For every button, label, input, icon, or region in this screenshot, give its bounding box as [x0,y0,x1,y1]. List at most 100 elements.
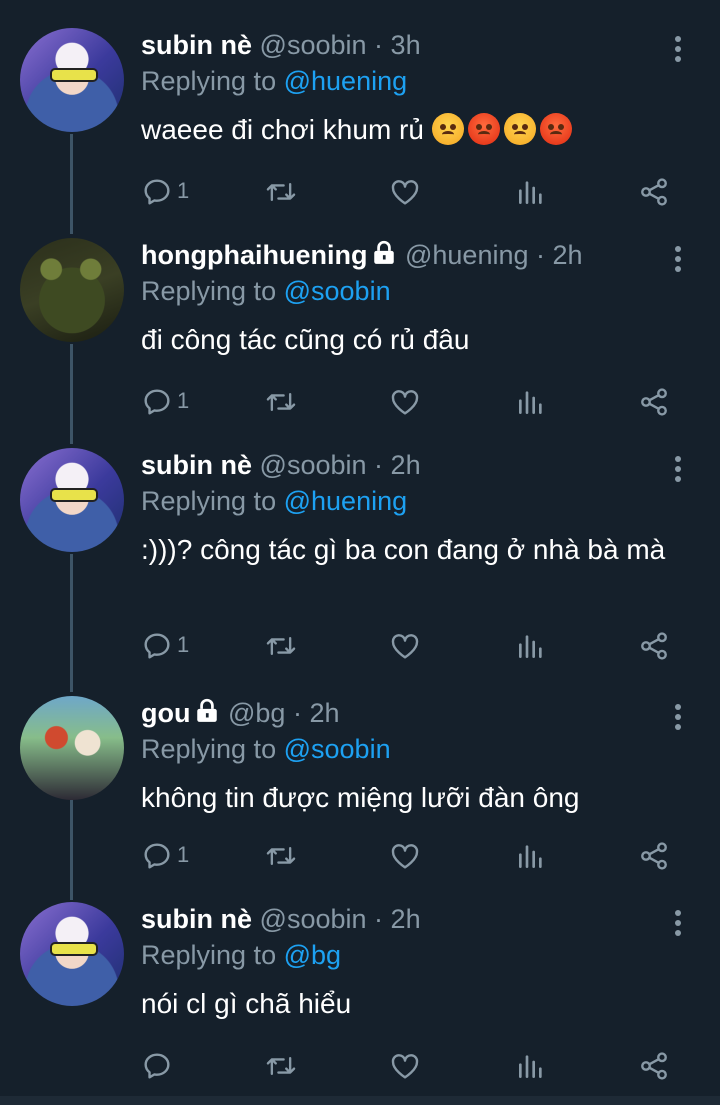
tweet[interactable]: subin nè @soobin · 3h Replying to @hueni… [0,14,720,224]
user-handle[interactable]: @soobin [260,30,367,60]
lock-icon [197,698,218,722]
mention-link[interactable]: @soobin [284,276,391,306]
tweet[interactable]: gou @bg · 2h Replying to @soobin không t… [0,682,720,892]
retweet-icon [266,392,296,412]
avatar[interactable] [20,238,124,342]
user-handle[interactable]: @huening [405,240,529,270]
timestamp[interactable]: 2h [391,904,421,934]
display-name[interactable]: subin nè [141,450,252,480]
tweet-actions [0,1046,720,1086]
avatar[interactable] [20,696,124,800]
tweet-text: đi công tác cũng có rủ đâu [141,324,470,355]
avatar[interactable] [20,28,124,132]
tweet-actions: 1 [0,172,720,212]
reply-count: 1 [177,842,190,867]
like-button[interactable] [389,172,429,212]
display-name[interactable]: hongphaihuening [141,240,367,270]
replying-prefix: Replying to [141,276,277,306]
comment-icon [144,179,170,205]
replying-prefix: Replying to [141,66,277,96]
replying-to: Replying to @soobin [141,274,391,308]
mention-link[interactable]: @huening [284,66,408,96]
angry-face-icon [431,113,464,145]
pouting-face-icon [539,113,572,145]
replying-to: Replying to @soobin [141,732,391,766]
like-button[interactable] [389,1046,429,1086]
user-handle[interactable]: @soobin [260,450,367,480]
like-button[interactable] [389,382,429,422]
reply-button[interactable]: 1 [141,626,201,666]
tweet[interactable]: hongphaihuening @huening · 2h Replying t… [0,224,720,434]
mention-link[interactable]: @huening [284,486,408,516]
analytics-button[interactable] [515,172,555,212]
reply-count: 1 [177,388,190,413]
avatar[interactable] [20,448,124,552]
comment-icon [144,843,170,869]
mention-link[interactable]: @soobin [284,734,391,764]
comment-icon [144,1053,170,1079]
more-options-button[interactable] [668,454,688,484]
reply-button[interactable]: 1 [141,172,201,212]
heart-icon [391,1054,419,1079]
share-button[interactable] [638,382,678,422]
retweet-icon [266,636,296,656]
tweet-text-body: waeee đi chơi khum rủ [141,114,424,145]
analytics-icon [519,391,542,414]
reply-button[interactable]: 1 [141,836,201,876]
analytics-button[interactable] [515,382,555,422]
analytics-button[interactable] [515,836,555,876]
retweet-button[interactable] [264,836,304,876]
more-options-button[interactable] [668,244,688,274]
more-options-button[interactable] [668,702,688,732]
mention-link[interactable]: @bg [284,940,341,970]
like-button[interactable] [389,626,429,666]
heart-icon [391,180,419,205]
user-handle[interactable]: @bg [228,698,285,728]
share-icon [641,842,667,870]
avatar[interactable] [20,902,124,1006]
lock-icon [374,240,395,264]
tweet-header: subin nè @soobin · 3h [141,28,421,62]
share-button[interactable] [638,836,678,876]
heart-icon [391,844,419,869]
separator-dot: · [292,698,302,728]
retweet-button[interactable] [264,172,304,212]
tweet-actions: 1 [0,836,720,876]
pouting-face-icon [467,113,500,145]
display-name[interactable]: subin nè [141,30,252,60]
analytics-icon [519,1055,542,1078]
share-button[interactable] [638,626,678,666]
separator-dot: · [536,240,546,270]
separator-dot: · [374,450,384,480]
like-button[interactable] [389,836,429,876]
analytics-button[interactable] [515,626,555,666]
retweet-button[interactable] [264,382,304,422]
timestamp[interactable]: 2h [391,450,421,480]
retweet-icon [266,1056,296,1076]
user-handle[interactable]: @soobin [260,904,367,934]
more-options-button[interactable] [668,34,688,64]
timestamp[interactable]: 2h [309,698,339,728]
tweet[interactable]: subin nè @soobin · 2h Replying to @hueni… [0,434,720,682]
tweet-text: waeee đi chơi khum rủ [141,112,701,147]
reply-button[interactable] [141,1046,201,1086]
more-options-button[interactable] [668,908,688,938]
share-button[interactable] [638,172,678,212]
display-name[interactable]: subin nè [141,904,252,934]
display-name[interactable]: gou [141,698,190,728]
angry-face-icon [503,113,536,145]
analytics-button[interactable] [515,1046,555,1086]
replying-to: Replying to @bg [141,938,341,972]
share-button[interactable] [638,1046,678,1086]
retweet-button[interactable] [264,1046,304,1086]
separator-dot: · [374,30,384,60]
tweet-header: hongphaihuening @huening · 2h [141,238,583,272]
timestamp[interactable]: 2h [553,240,583,270]
tweet[interactable]: subin nè @soobin · 2h Replying to @bg nó… [0,888,720,1096]
replying-prefix: Replying to [141,734,277,764]
separator-dot: · [374,904,384,934]
analytics-icon [519,845,542,868]
retweet-button[interactable] [264,626,304,666]
timestamp[interactable]: 3h [391,30,421,60]
reply-button[interactable]: 1 [141,382,201,422]
